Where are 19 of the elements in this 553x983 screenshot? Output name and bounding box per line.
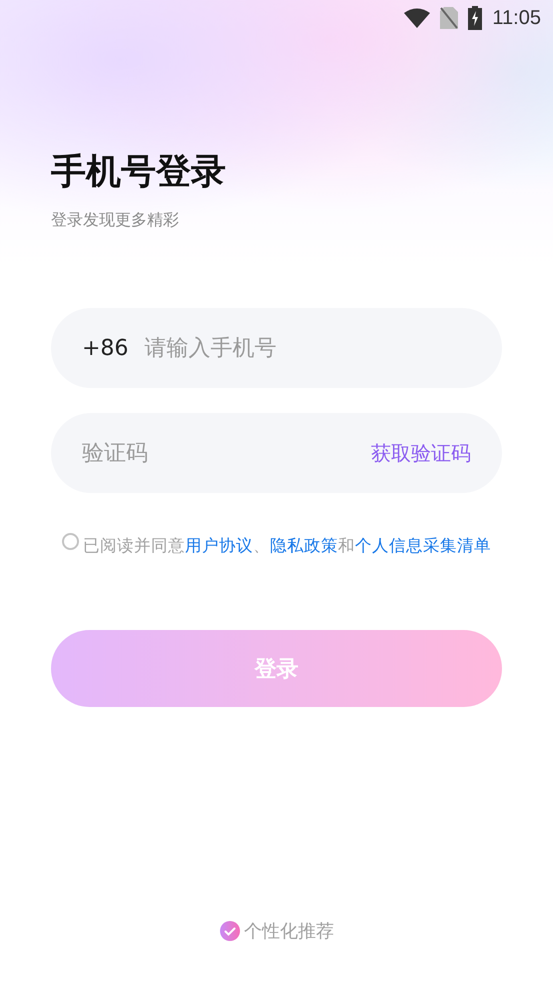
recommendation-label: 个性化推荐 [244, 920, 334, 943]
agreement-link[interactable]: 隐私政策 [270, 536, 338, 555]
country-code[interactable]: +86 [82, 336, 128, 360]
get-code-button[interactable]: 获取验证码 [371, 440, 471, 466]
no-sim-icon [440, 7, 458, 29]
agreement-text: 已阅读并同意用户协议、隐私政策和个人信息采集清单 [83, 535, 492, 557]
agreement-link[interactable]: 用户协议 [185, 536, 253, 555]
battery-charging-icon [468, 6, 482, 30]
phone-placeholder: 请输入手机号 [144, 335, 276, 363]
agreement-checkbox[interactable] [62, 533, 79, 550]
page-subtitle: 登录发现更多精彩 [51, 210, 179, 231]
code-placeholder: 验证码 [82, 440, 148, 468]
clock-time: 11:05 [492, 6, 541, 30]
page-title: 手机号登录 [51, 151, 227, 194]
agreement-link[interactable]: 个人信息采集清单 [355, 536, 491, 555]
code-field[interactable]: 验证码 获取验证码 [51, 413, 502, 493]
checked-checkbox[interactable] [219, 920, 241, 942]
phone-field[interactable]: +86 请输入手机号 [51, 308, 502, 388]
wifi-icon [404, 8, 430, 28]
